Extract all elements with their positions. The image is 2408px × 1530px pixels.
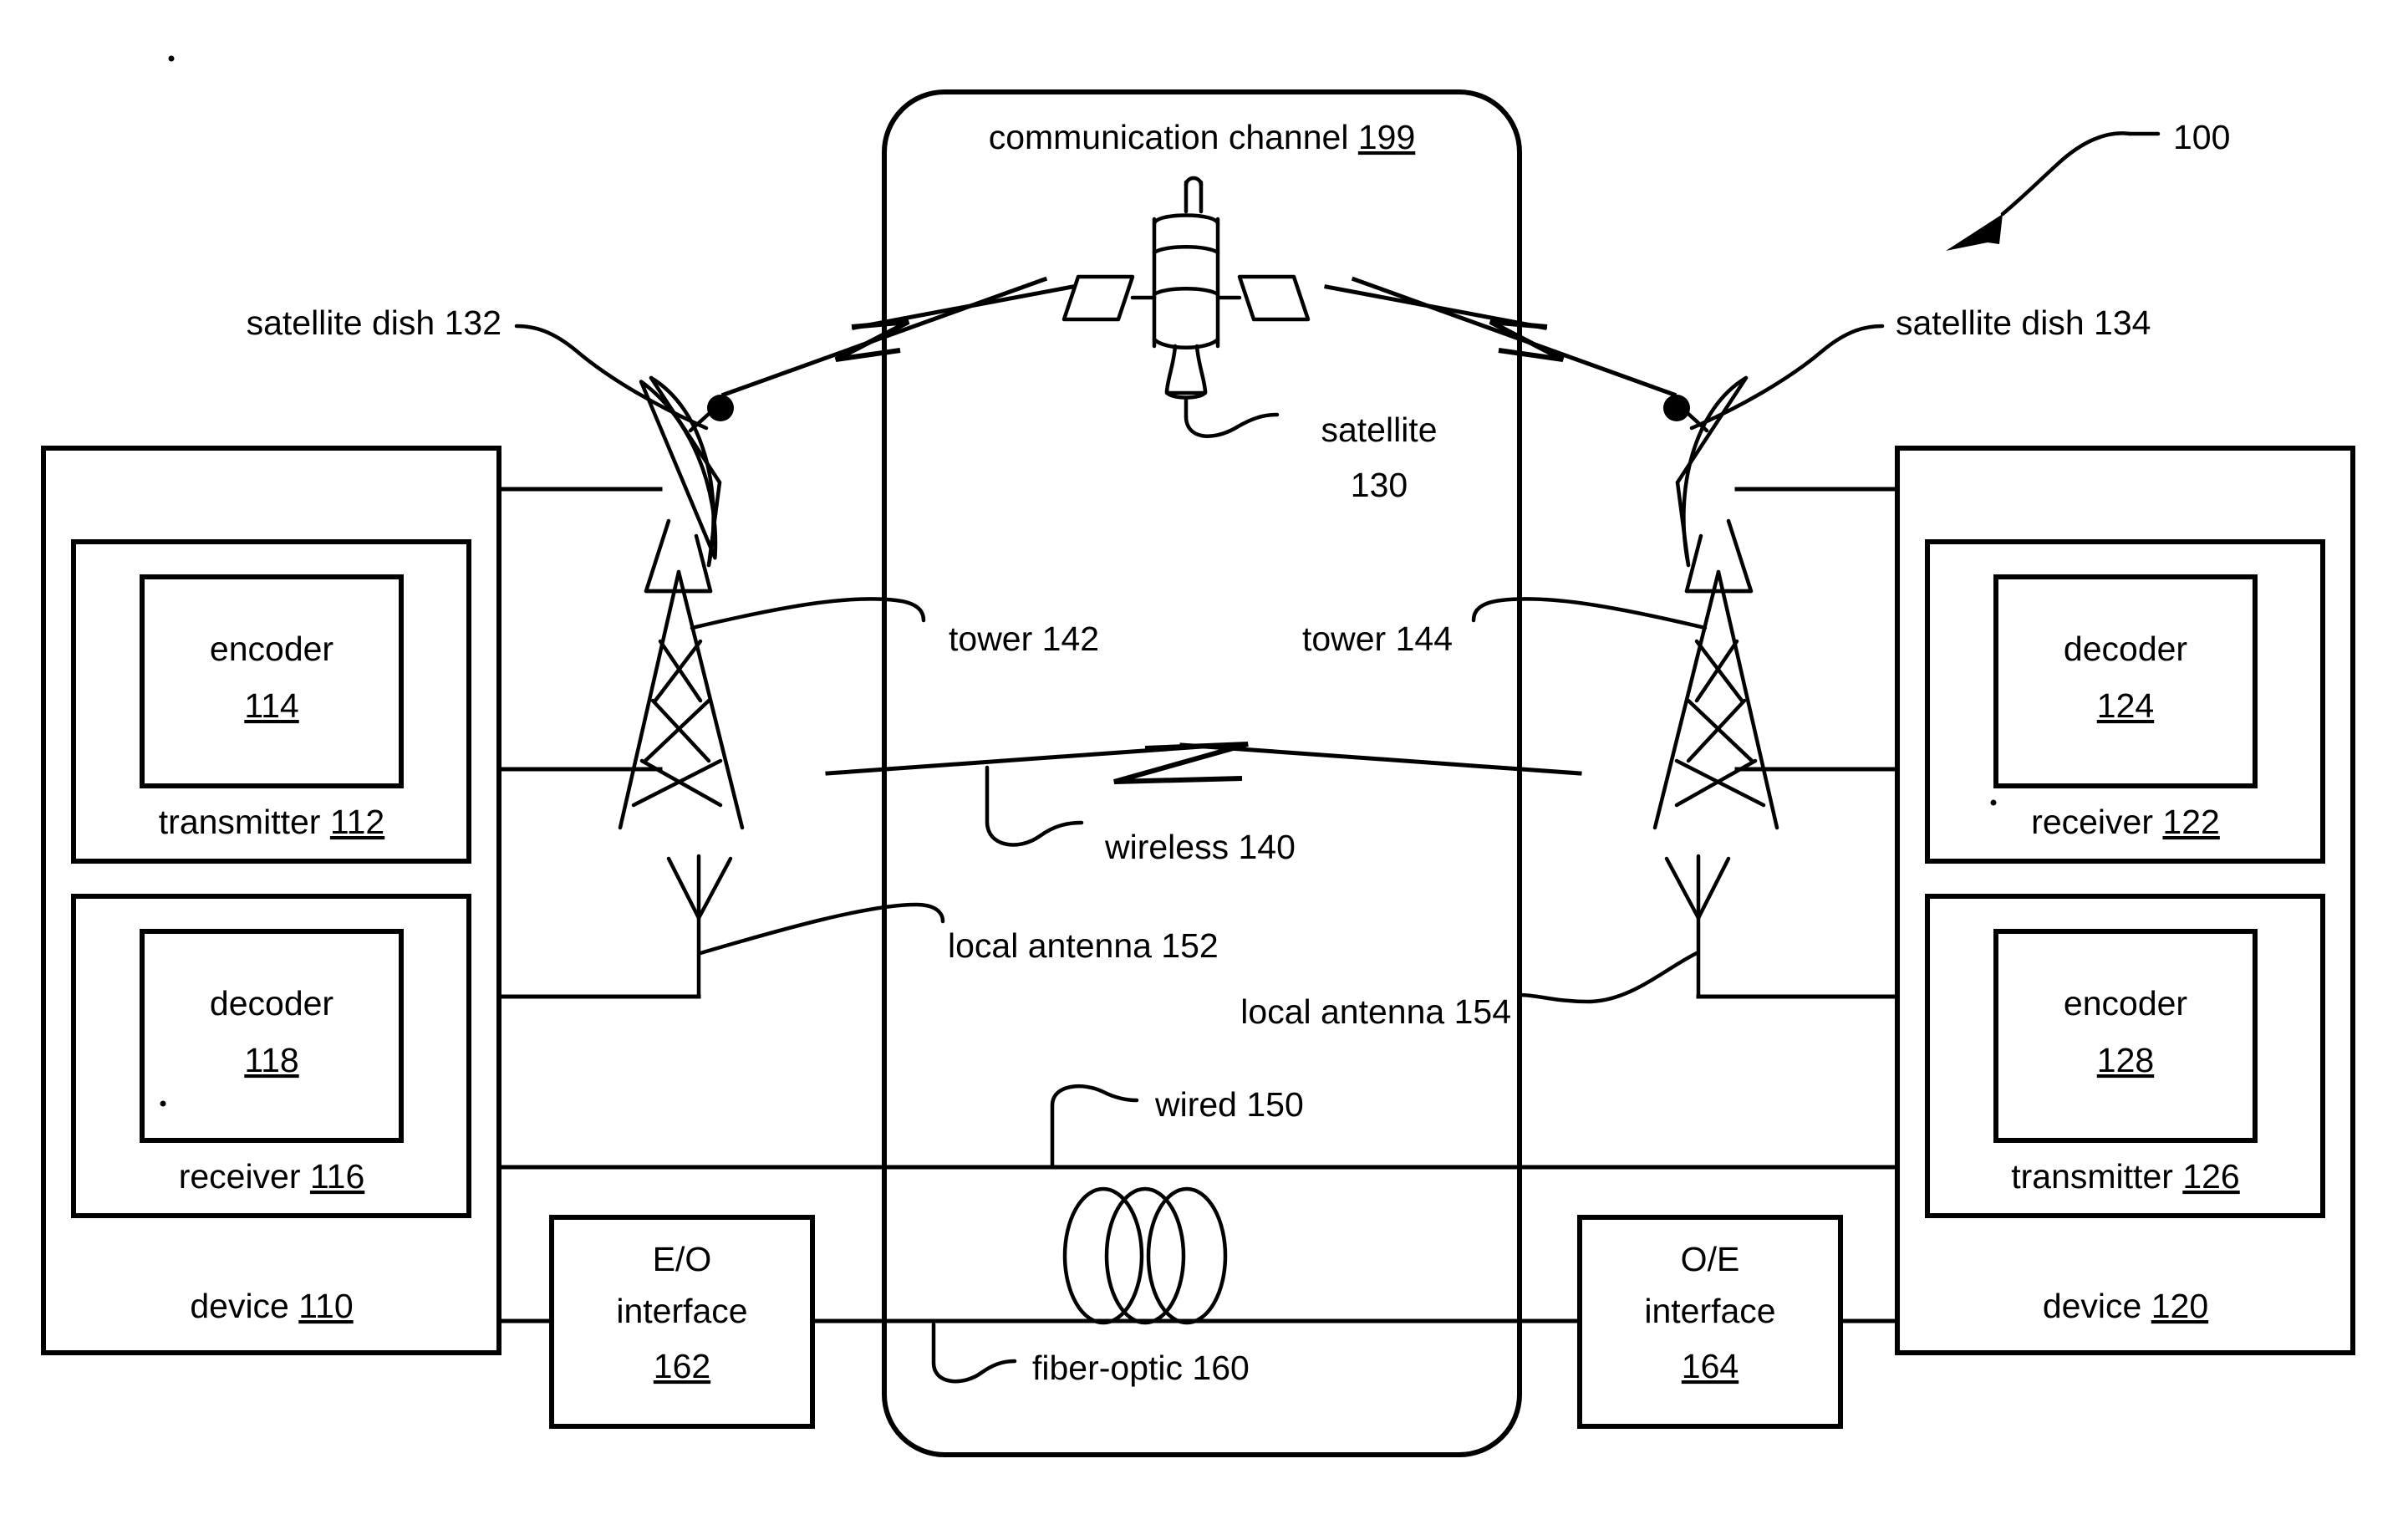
- oe-interface-label-line1: O/E: [1681, 1240, 1740, 1278]
- receiver-116-label: receiver 116: [179, 1157, 365, 1196]
- svg-text:communication channel 199: communication channel 199: [989, 118, 1416, 156]
- device-110-text: device: [190, 1287, 289, 1325]
- eo-interface-number-value: 162: [654, 1347, 710, 1385]
- figure-reference-numeral: 100: [2173, 118, 2230, 156]
- decoder-118-number: 118: [244, 1041, 298, 1079]
- encoder-114-number-value: 114: [244, 686, 298, 725]
- satellite-130-label-line2: 130: [1351, 466, 1408, 504]
- device-120-number: 120: [2151, 1287, 2208, 1325]
- transmitter-112-label: transmitter 112: [159, 803, 384, 841]
- transmitter-126-number: 126: [2182, 1157, 2239, 1196]
- oe-interface-number-value: 164: [1682, 1347, 1739, 1385]
- wired-150-leader: [1050, 1084, 1139, 1170]
- oe-interface-number: 164: [1682, 1347, 1739, 1385]
- wired-150-label: wired 150: [1154, 1085, 1304, 1124]
- local-antenna-154-label: local antenna 154: [1240, 992, 1511, 1031]
- tower-144-icon: [1652, 569, 1779, 830]
- eo-interface-number: 162: [654, 1347, 710, 1385]
- channel-label-number: 199: [1358, 118, 1415, 156]
- local-antenna-154-icon: [1664, 854, 1731, 999]
- receiver-122-label: receiver 122: [2031, 803, 2220, 841]
- decoder-124-number-value: 124: [2097, 686, 2154, 725]
- communication-system-diagram: communication channel 199 100 satellite …: [41, 55, 2355, 1457]
- communication-channel-box: [882, 89, 1522, 1457]
- local-antenna-152-icon: [666, 854, 733, 999]
- receiver-116-number: 116: [310, 1157, 364, 1196]
- encoder-128-number: 128: [2097, 1041, 2154, 1079]
- receiver-122-text: receiver: [2031, 803, 2153, 841]
- fiber-optic-160-label: fiber-optic 160: [1032, 1349, 1250, 1387]
- receiver-122-number: 122: [2162, 803, 2219, 841]
- decoder-118-number-value: 118: [244, 1041, 298, 1079]
- tower-142-label: tower 142: [949, 620, 1099, 658]
- wireless-leader-line: [985, 765, 1084, 847]
- decoder-124-label-line1: decoder: [2064, 630, 2187, 668]
- decoder-124-number: 124: [2097, 686, 2154, 725]
- fiber-optic-160-leader: [931, 1322, 1017, 1384]
- device-110-number: 110: [298, 1287, 353, 1325]
- encoder-128-label-line1: encoder: [2064, 984, 2187, 1023]
- tower-leader-lines: [690, 597, 1708, 630]
- device-120-text: device: [2043, 1287, 2142, 1325]
- transmitter-126-text: transmitter: [2011, 1157, 2173, 1196]
- device-110-label: device 110: [190, 1287, 353, 1325]
- satellite-dish-132-icon: [639, 375, 734, 594]
- communication-channel-title: communication channel 199: [989, 118, 1416, 156]
- tower-142-icon: [618, 569, 745, 830]
- device-120-label: device 120: [2043, 1287, 2208, 1325]
- eo-interface-label-line2: interface: [616, 1292, 747, 1330]
- transmitter-112-number: 112: [330, 803, 384, 841]
- transmitter-112-text: transmitter: [159, 803, 321, 841]
- patent-figure: communication channel 199 100 satellite …: [0, 0, 2408, 1530]
- tower-144-label: tower 144: [1302, 620, 1453, 658]
- right-connection-lines: [1696, 487, 1900, 999]
- device-110-block: [41, 446, 501, 1355]
- satellite-dish-134-label: satellite dish 134: [1896, 303, 2151, 342]
- device-120-block: [1895, 446, 2355, 1355]
- local-antenna-152-leader: [698, 902, 945, 956]
- transmitter-126-label: transmitter 126: [2011, 1157, 2239, 1196]
- satellite-dish-132-leader: [514, 324, 709, 431]
- encoder-128-number-value: 128: [2097, 1041, 2154, 1079]
- oe-interface-label-line2: interface: [1644, 1292, 1775, 1330]
- satellite-dish-134-leader: [1689, 324, 1885, 431]
- left-connection-lines: [496, 487, 1900, 1323]
- reference-numeral-100-arrow: [1946, 131, 2161, 251]
- wireless-140-link: [825, 742, 1582, 784]
- satellite-130-label-line1: satellite: [1321, 411, 1437, 449]
- fiber-optic-160-coil: [1062, 1186, 1228, 1325]
- eo-interface-label-line1: E/O: [653, 1240, 712, 1278]
- local-antenna-154-leader: [1517, 951, 1699, 1004]
- satellite-leader-line: [1184, 412, 1280, 439]
- satellite-link-lines: [720, 276, 1677, 398]
- decoder-118-label-line1: decoder: [210, 984, 333, 1023]
- local-antenna-152-label: local antenna 152: [948, 926, 1219, 965]
- satellite-dish-134-icon: [1663, 375, 1754, 594]
- satellite-dish-132-label: satellite dish 132: [247, 303, 501, 342]
- receiver-116-text: receiver: [179, 1157, 301, 1196]
- channel-label-text: communication channel: [989, 118, 1349, 156]
- encoder-114-number: 114: [244, 686, 298, 725]
- satellite-130-icon: [1061, 176, 1311, 419]
- encoder-114-label-line1: encoder: [210, 630, 333, 668]
- wireless-140-label: wireless 140: [1104, 828, 1296, 866]
